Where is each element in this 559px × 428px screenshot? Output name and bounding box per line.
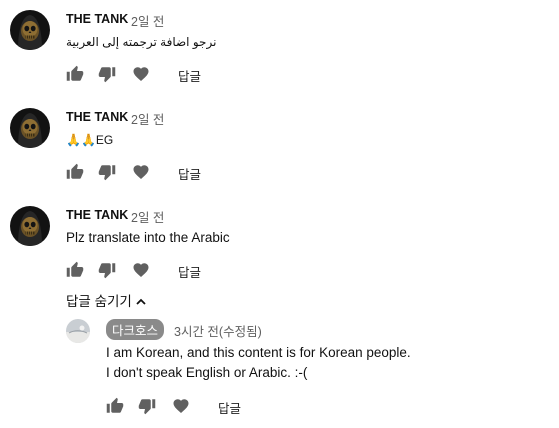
avatar[interactable] xyxy=(10,206,50,246)
thumbs-down-icon[interactable] xyxy=(98,261,116,279)
comment-actions: 답글 xyxy=(66,65,246,85)
comment-time[interactable]: 2일 전 xyxy=(131,109,164,128)
reply-time[interactable]: 3시간 전(수정됨) xyxy=(174,321,262,340)
comment-actions: 답글 xyxy=(66,261,246,281)
comment-author[interactable]: THE TANK xyxy=(66,12,128,26)
thumbs-up-icon[interactable] xyxy=(66,65,84,83)
comment-author[interactable]: THE TANK xyxy=(66,208,128,222)
heart-icon[interactable] xyxy=(132,261,150,279)
thumbs-down-icon[interactable] xyxy=(98,65,116,83)
chevron-up-icon xyxy=(136,299,146,306)
thumbs-down-icon[interactable] xyxy=(98,163,116,181)
reply-button[interactable]: 답글 xyxy=(218,398,241,417)
comment-time[interactable]: 2일 전 xyxy=(131,207,164,226)
heart-icon[interactable] xyxy=(132,65,150,83)
avatar[interactable] xyxy=(10,10,50,50)
comment-time[interactable]: 2일 전 xyxy=(131,11,164,30)
reply-button[interactable]: 답글 xyxy=(178,262,201,281)
thumbs-down-icon[interactable] xyxy=(138,397,156,415)
hide-replies-button[interactable]: 답글 숨기기 xyxy=(66,290,147,310)
thumbs-up-icon[interactable] xyxy=(106,397,124,415)
reply-text: I am Korean, and this content is for Kor… xyxy=(106,343,411,383)
author-badge[interactable]: 다크호스 xyxy=(106,319,165,340)
heart-icon[interactable] xyxy=(132,163,150,181)
heart-icon[interactable] xyxy=(172,397,190,415)
reply-text-line: I am Korean, and this content is for Kor… xyxy=(106,345,411,360)
comment-text: Plz translate into the Arabic xyxy=(66,230,230,245)
thumbs-up-icon[interactable] xyxy=(66,261,84,279)
reply-actions: 답글 xyxy=(106,397,286,417)
reply-text-line: I don't speak English or Arabic. :-( xyxy=(106,365,308,380)
comment-text: نرجو اضافة ترجمته إلى العربية xyxy=(66,35,217,49)
thumbs-up-icon[interactable] xyxy=(66,163,84,181)
comment-actions: 답글 xyxy=(66,163,246,183)
avatar[interactable] xyxy=(66,319,90,343)
reply-button[interactable]: 답글 xyxy=(178,164,201,183)
avatar[interactable] xyxy=(10,108,50,148)
reply-button[interactable]: 답글 xyxy=(178,66,201,85)
hide-replies-label: 답글 숨기기 xyxy=(66,294,132,309)
comment-text: 🙏🙏EG xyxy=(66,133,114,147)
comment-author[interactable]: THE TANK xyxy=(66,110,128,124)
